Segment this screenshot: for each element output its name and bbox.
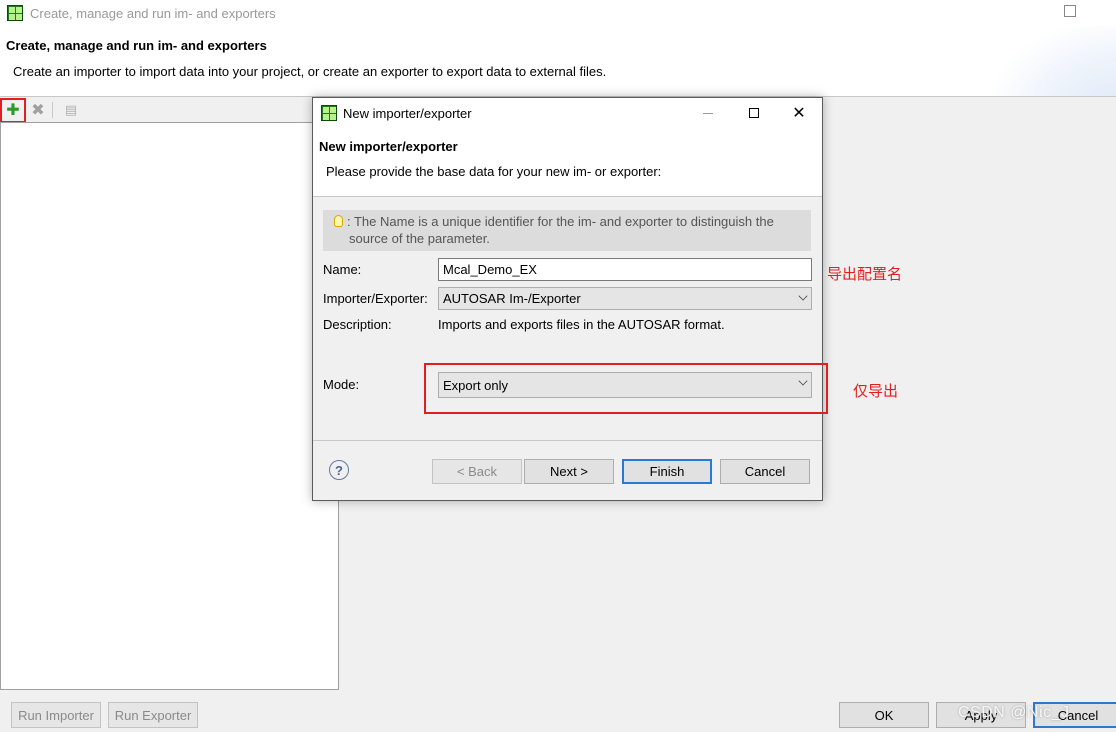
page-description: Create an importer to import data into y… <box>13 64 607 79</box>
maximize-icon[interactable] <box>731 98 777 128</box>
lightbulb-icon <box>334 215 343 227</box>
dialog-title: New importer/exporter <box>319 139 458 154</box>
mode-highlight-box <box>424 363 828 414</box>
app-icon <box>7 5 23 21</box>
importer-exporter-label: Importer/Exporter: <box>323 291 428 306</box>
dialog-description: Please provide the base data for your ne… <box>326 164 662 179</box>
minimize-icon[interactable] <box>685 98 731 128</box>
mode-label: Mode: <box>323 377 360 392</box>
new-importer-exporter-dialog: New importer/exporter ✕ New importer/exp… <box>312 97 828 501</box>
copy-icon[interactable]: ▤ <box>59 98 83 122</box>
importer-exporter-select[interactable]: AUTOSAR Im-/Exporter <box>438 287 812 310</box>
ok-button[interactable]: OK <box>839 702 929 728</box>
importer-exporter-value: AUTOSAR Im-/Exporter <box>443 291 581 306</box>
finish-button[interactable]: Finish <box>622 459 712 484</box>
info-text-line2: source of the parameter. <box>349 231 490 246</box>
add-icon[interactable]: ✚ <box>0 97 26 123</box>
header-decoration <box>986 26 1116 96</box>
remove-icon[interactable]: ✖ <box>26 98 50 122</box>
chevron-down-icon <box>798 291 808 301</box>
dialog-window-title: New importer/exporter <box>343 105 472 121</box>
dialog-cancel-button[interactable]: Cancel <box>720 459 810 484</box>
description-value: Imports and exports files in the AUTOSAR… <box>438 317 725 332</box>
name-annotation: 导出配置名 <box>827 266 903 283</box>
info-hint: : The Name is a unique identifier for th… <box>323 210 811 251</box>
name-label: Name: <box>323 262 362 277</box>
outer-window-title: Create, manage and run im- and exporters <box>30 5 276 21</box>
help-icon[interactable]: ? <box>329 460 349 480</box>
exporter-toolbar: ✚ ✖ ▤ <box>0 97 339 123</box>
close-icon[interactable]: ✕ <box>776 98 822 128</box>
run-importer-button[interactable]: Run Importer <box>11 702 101 728</box>
watermark: CSDN @Nic_J <box>958 704 1070 721</box>
exporter-list[interactable] <box>0 122 339 690</box>
outer-header: Create, manage and run im- and exporters… <box>0 26 1116 97</box>
run-exporter-button[interactable]: Run Exporter <box>108 702 198 728</box>
mode-annotation: 仅导出 <box>853 383 899 400</box>
dialog-header: New importer/exporter Please provide the… <box>313 128 822 197</box>
next-button[interactable]: Next > <box>524 459 614 484</box>
dialog-divider <box>313 440 822 441</box>
name-field[interactable]: Mcal_Demo_EX <box>438 258 812 281</box>
toolbar-divider <box>52 102 53 118</box>
info-text-line1: : The Name is a unique identifier for th… <box>347 214 774 229</box>
dialog-titlebar: New importer/exporter ✕ <box>313 98 822 128</box>
page-title: Create, manage and run im- and exporters <box>6 38 267 53</box>
maximize-icon[interactable] <box>1064 5 1076 17</box>
dialog-app-icon <box>321 105 337 121</box>
description-label: Description: <box>323 317 392 332</box>
back-button[interactable]: < Back <box>432 459 522 484</box>
outer-titlebar: Create, manage and run im- and exporters <box>0 0 1116 26</box>
